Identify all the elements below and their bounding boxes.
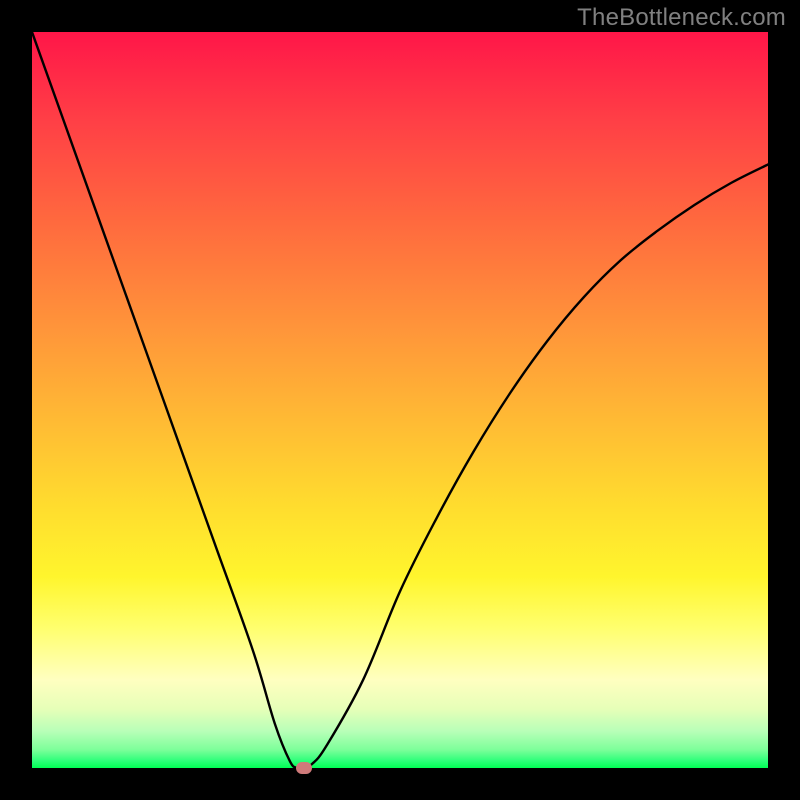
- plot-area: [32, 32, 768, 768]
- watermark-text: TheBottleneck.com: [577, 4, 786, 32]
- optimal-point-marker: [296, 762, 312, 774]
- bottleneck-curve: [32, 32, 768, 768]
- chart-frame: TheBottleneck.com: [0, 0, 800, 800]
